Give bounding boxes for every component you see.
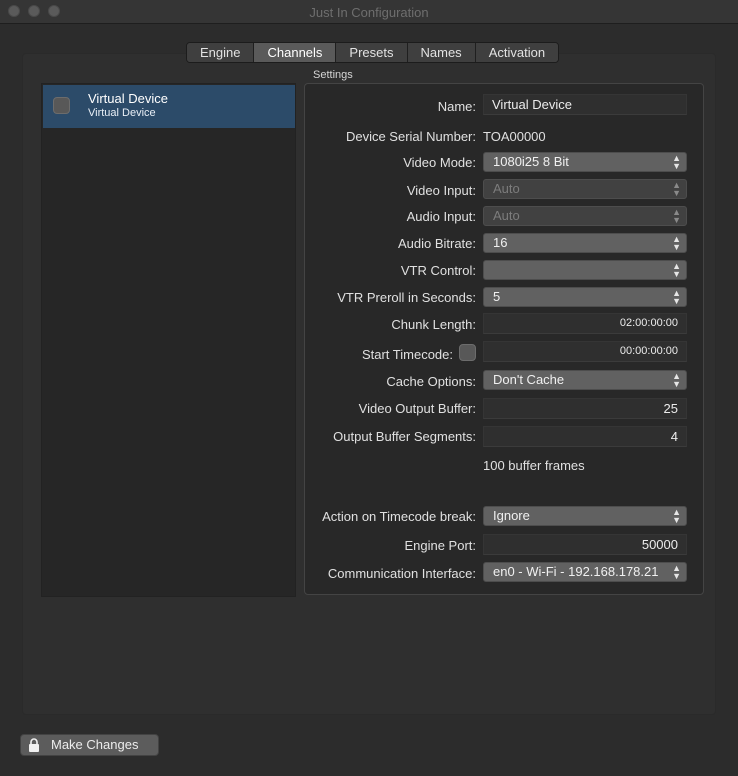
title-bar: Just In Configuration — [0, 0, 738, 24]
serial-label: Device Serial Number: — [345, 129, 476, 144]
device-list[interactable]: Virtual Device Virtual Device — [41, 83, 296, 597]
audio-bitrate-value: 16 — [493, 235, 508, 250]
vtr-preroll-value: 5 — [493, 289, 501, 304]
tab-presets[interactable]: Presets — [336, 43, 408, 62]
timecode-break-select[interactable]: Ignore ▲ ▼ — [483, 506, 687, 526]
cache-options-value: Don't Cache — [493, 372, 565, 387]
device-name: Virtual Device — [88, 91, 168, 106]
updown-arrows-icon: ▲ ▼ — [672, 288, 681, 306]
settings-group-label: Settings — [313, 69, 353, 81]
vtr-preroll-label: VTR Preroll in Seconds: — [337, 290, 476, 305]
engine-port-field[interactable]: 50000 — [483, 534, 687, 555]
updown-arrows-icon: ▲ ▼ — [672, 371, 681, 389]
buffer-frames-info: 100 buffer frames — [483, 458, 585, 473]
device-subtitle: Virtual Device — [88, 107, 156, 119]
name-label: Name: — [437, 99, 476, 114]
cache-options-label: Cache Options: — [386, 374, 476, 389]
tab-bar: Engine Channels Presets Names Activation — [186, 42, 560, 63]
audio-input-label: Audio Input: — [406, 209, 476, 224]
start-timecode-field[interactable]: 00:00:00:00 — [483, 341, 687, 362]
video-mode-select[interactable]: 1080i25 8 Bit ▲ ▼ — [483, 152, 687, 172]
tab-engine[interactable]: Engine — [187, 43, 255, 62]
audio-input-select: Auto ▲ ▼ — [483, 206, 687, 226]
video-mode-value: 1080i25 8 Bit — [493, 154, 569, 169]
name-field[interactable]: Virtual Device — [483, 94, 687, 115]
updown-arrows-icon: ▲ ▼ — [672, 507, 681, 525]
serial-value: TOA00000 — [483, 129, 546, 144]
make-changes-button[interactable]: Make Changes — [20, 734, 159, 756]
updown-arrows-icon: ▲ ▼ — [672, 563, 681, 581]
device-enable-checkbox[interactable] — [53, 97, 70, 114]
lock-icon — [29, 738, 39, 752]
vtr-control-select[interactable]: ▲ ▼ — [483, 260, 687, 280]
vtr-preroll-select[interactable]: 5 ▲ ▼ — [483, 287, 687, 307]
updown-arrows-icon: ▲ ▼ — [672, 261, 681, 279]
video-input-label: Video Input: — [406, 183, 476, 198]
updown-arrows-icon: ▲ ▼ — [672, 207, 681, 225]
updown-arrows-icon: ▲ ▼ — [672, 153, 681, 171]
chunk-length-field[interactable]: 02:00:00:00 — [483, 313, 687, 334]
timecode-break-label: Action on Timecode break: — [322, 509, 476, 524]
updown-arrows-icon: ▲ ▼ — [672, 180, 681, 198]
window-title: Just In Configuration — [309, 5, 429, 20]
make-changes-label: Make Changes — [51, 737, 139, 752]
comm-interface-value: en0 - Wi-Fi - 192.168.178.21 — [493, 564, 659, 579]
engine-port-label: Engine Port: — [404, 538, 476, 553]
audio-input-value: Auto — [493, 208, 520, 223]
start-timecode-label: Start Timecode: — [361, 347, 453, 362]
video-input-select: Auto ▲ ▼ — [483, 179, 687, 199]
output-buffer-segments-field[interactable]: 4 — [483, 426, 687, 447]
chunk-length-label: Chunk Length: — [391, 317, 476, 332]
output-buffer-segments-label: Output Buffer Segments: — [333, 429, 476, 444]
list-item-device[interactable]: Virtual Device Virtual Device — [43, 85, 295, 128]
vtr-control-label: VTR Control: — [400, 263, 476, 278]
audio-bitrate-select[interactable]: 16 ▲ ▼ — [483, 233, 687, 253]
comm-interface-label: Communication Interface: — [327, 566, 476, 581]
tab-channels[interactable]: Channels — [254, 43, 337, 62]
tab-activation[interactable]: Activation — [475, 43, 559, 62]
video-input-value: Auto — [493, 181, 520, 196]
timecode-break-value: Ignore — [493, 508, 530, 523]
video-output-buffer-field[interactable]: 25 — [483, 398, 687, 419]
video-output-buffer-label: Video Output Buffer: — [358, 401, 476, 416]
start-timecode-checkbox[interactable] — [459, 344, 476, 361]
comm-interface-select[interactable]: en0 - Wi-Fi - 192.168.178.21 ▲ ▼ — [483, 562, 687, 582]
audio-bitrate-label: Audio Bitrate: — [397, 236, 476, 251]
updown-arrows-icon: ▲ ▼ — [672, 234, 681, 252]
tab-names[interactable]: Names — [407, 43, 476, 62]
video-mode-label: Video Mode: — [403, 155, 476, 170]
cache-options-select[interactable]: Don't Cache ▲ ▼ — [483, 370, 687, 390]
